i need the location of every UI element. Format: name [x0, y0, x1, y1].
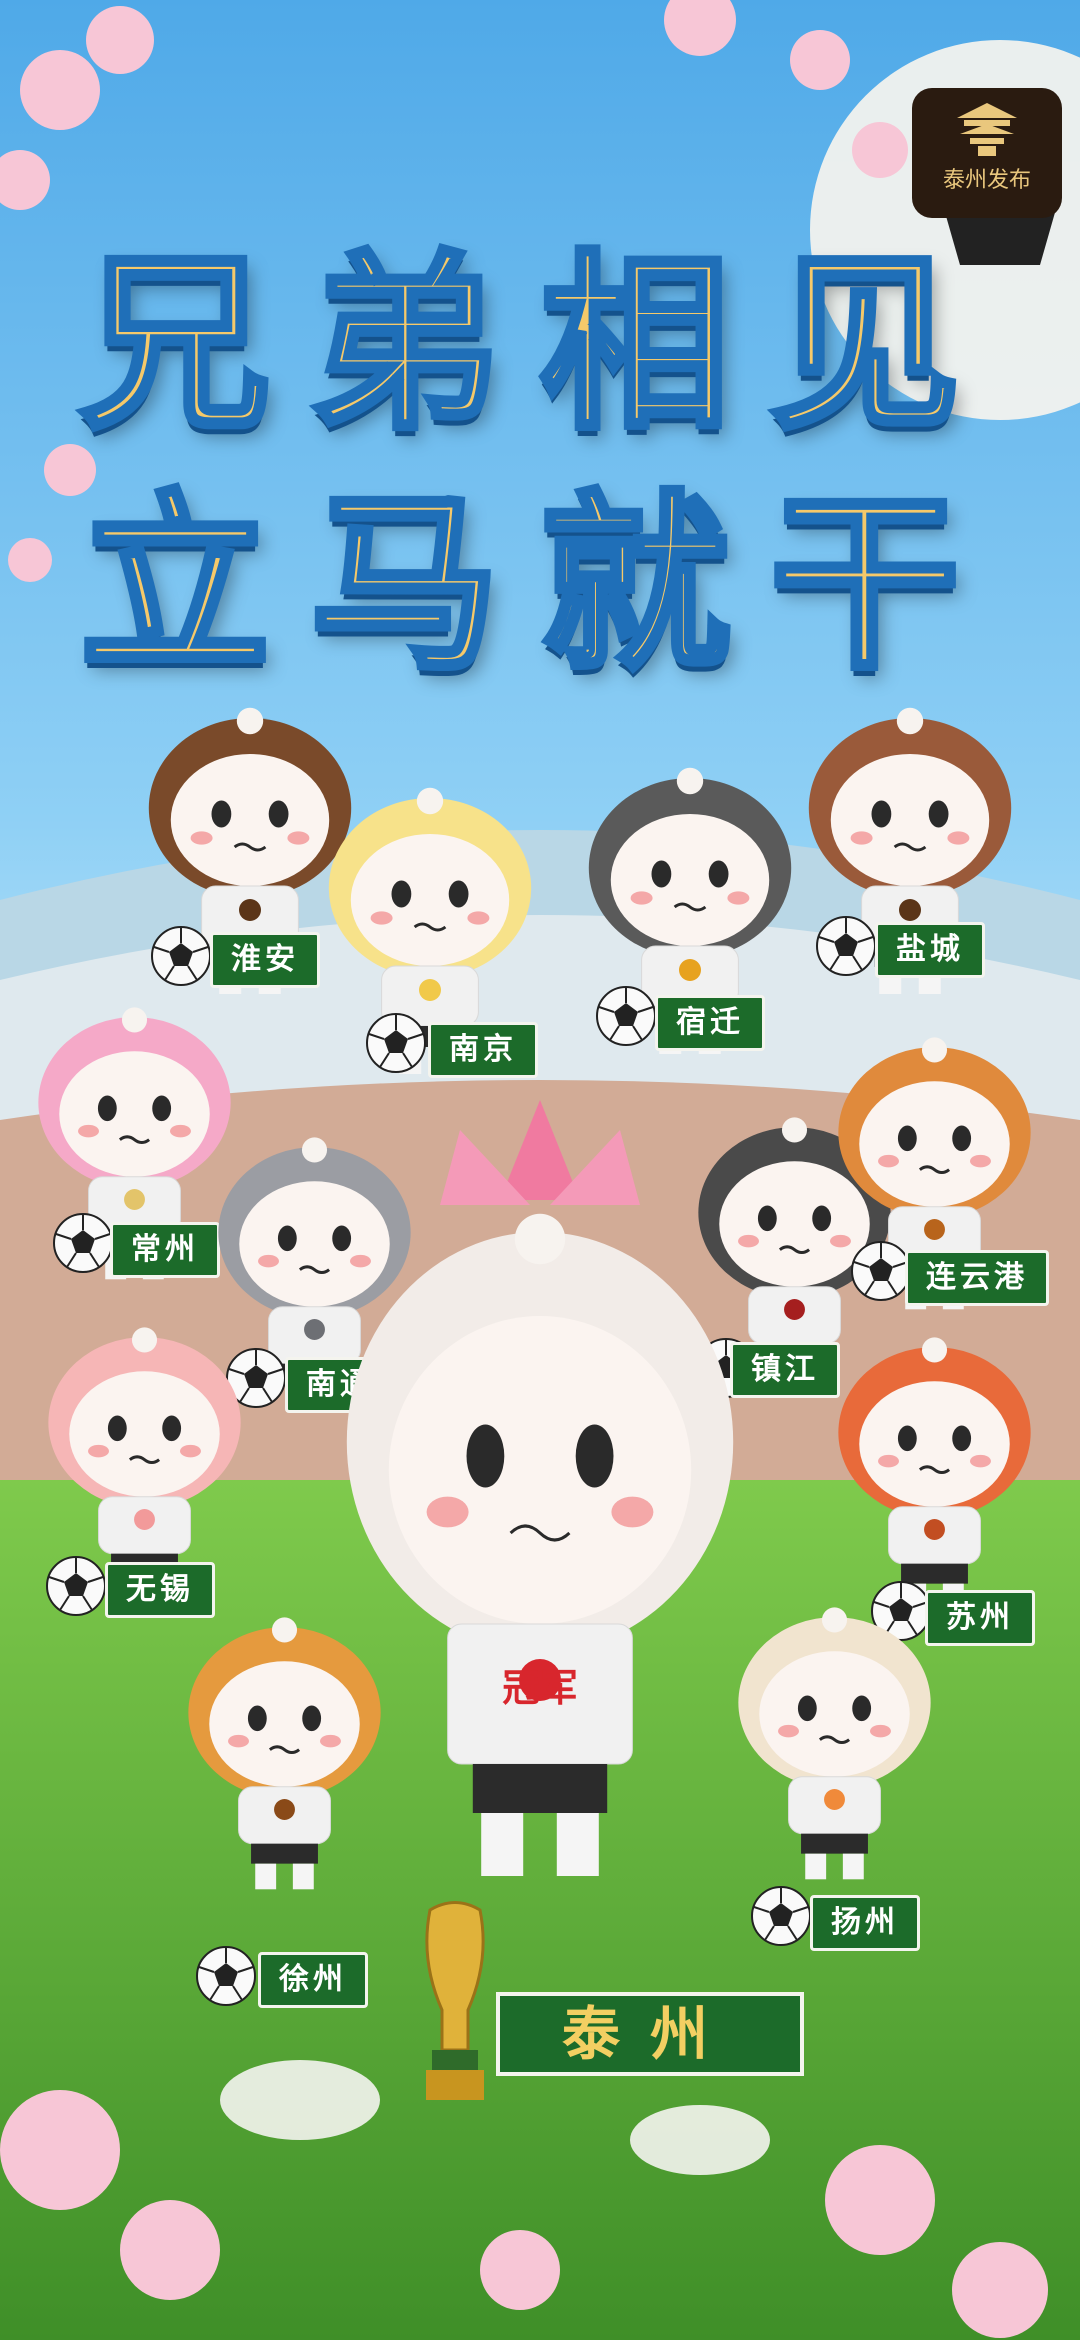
- title-line-1: 兄弟相见: [77, 229, 1000, 458]
- soccer-ball-icon: [45, 1555, 107, 1617]
- city-label: 南京: [428, 1022, 538, 1078]
- soccer-ball-icon: [365, 1012, 427, 1074]
- svg-text:冠军: 冠军: [502, 1666, 578, 1710]
- mascot-10: [830, 1330, 1039, 1615]
- city-label: 常州: [110, 1222, 220, 1278]
- city-label: 苏州: [925, 1590, 1035, 1646]
- soccer-ball-icon: [815, 915, 877, 977]
- soccer-ball-icon: [52, 1212, 114, 1274]
- mascot-12: [730, 1600, 939, 1885]
- pavilion-icon: [957, 103, 1017, 156]
- champion-mascot: 冠军 冠军: [330, 1100, 750, 1890]
- poster: 泰州发布 兄弟相见 立马就干 淮安 南京 宿迁 盐城 常州 南通 镇江 连云港 …: [0, 0, 1080, 2340]
- city-label: 宿迁: [655, 995, 765, 1051]
- city-label: 连云港: [905, 1250, 1049, 1306]
- champion-label: 泰州: [496, 1992, 804, 2076]
- city-label: 扬州: [810, 1895, 920, 1951]
- city-label: 盐城: [875, 922, 985, 978]
- title-line-2: 立马就干: [77, 469, 1000, 698]
- soccer-ball-icon: [150, 925, 212, 987]
- soccer-ball-icon: [850, 1240, 912, 1302]
- trophy-icon: [425, 1901, 485, 2100]
- soccer-ball-icon: [750, 1885, 812, 1947]
- soccer-ball-icon: [195, 1945, 257, 2007]
- city-label: 淮安: [210, 932, 320, 988]
- lotus-crown-icon: [440, 1100, 640, 1205]
- soccer-ball-icon: [595, 985, 657, 1047]
- city-label: 徐州: [258, 1952, 368, 2008]
